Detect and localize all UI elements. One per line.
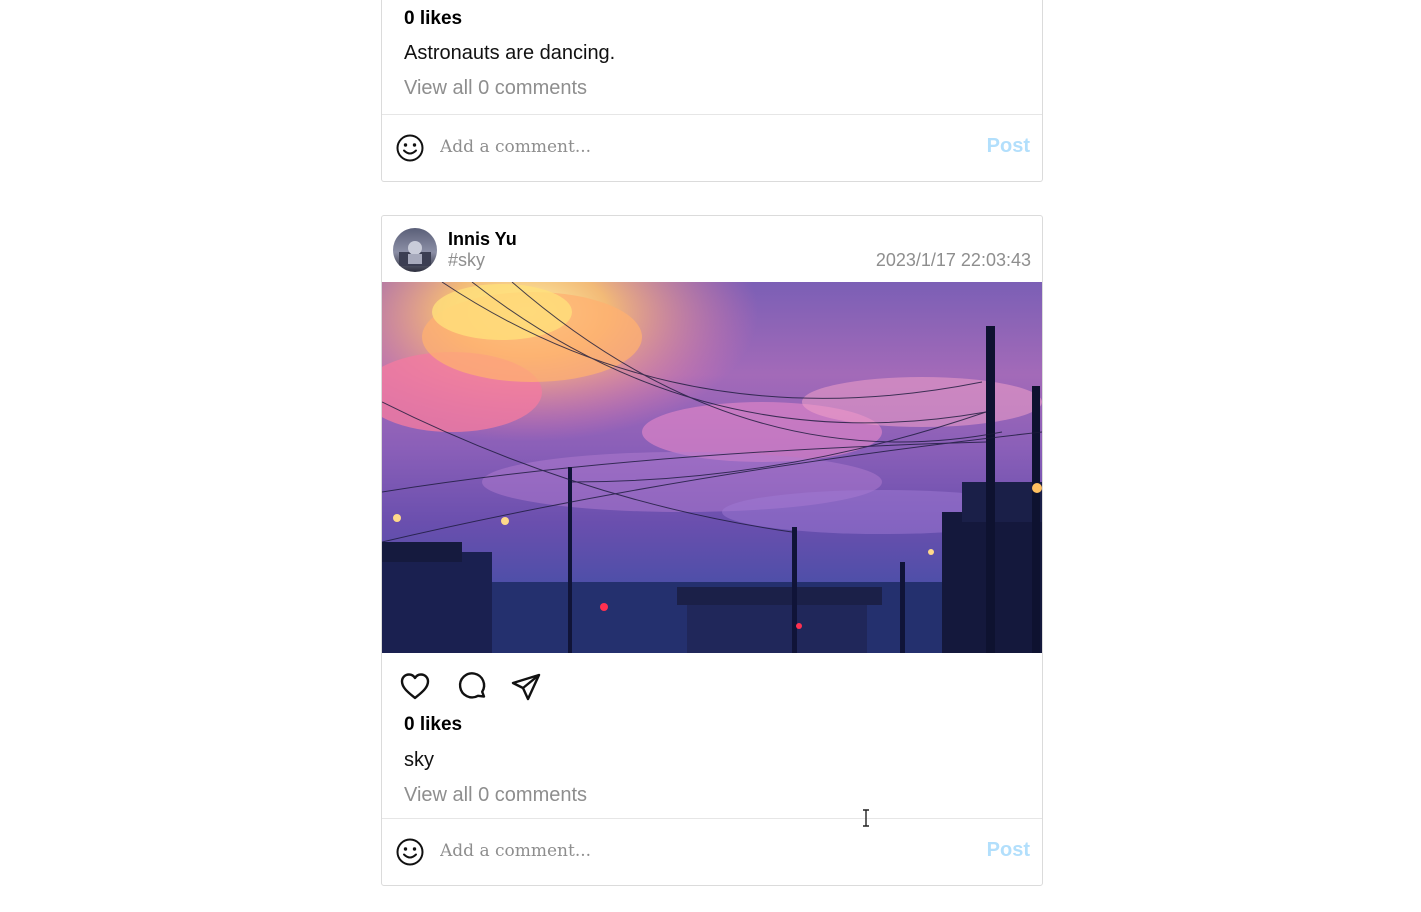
avatar[interactable] [393,228,437,272]
username[interactable]: Innis Yu [448,229,517,250]
comment-bar: Post [382,114,1042,181]
view-comments-link[interactable]: View all 0 comments [404,784,587,807]
post-caption: Astronauts are dancing. [404,42,616,64]
heart-icon[interactable] [399,671,431,703]
post-caption: sky [404,749,434,771]
emoji-icon[interactable] [395,133,425,163]
view-comments-link[interactable]: View all 0 comments [404,77,587,100]
comment-bar: Post [382,818,1042,885]
comment-input[interactable] [440,131,960,163]
text-cursor-icon [863,809,869,827]
post-card: Innis Yu #sky 2023/1/17 22:03:43 0 likes… [381,215,1043,886]
share-icon[interactable] [510,671,542,703]
emoji-icon[interactable] [395,837,425,867]
comment-icon[interactable] [457,671,489,703]
likes-count: 0 likes [404,714,463,735]
likes-count: 0 likes [404,8,463,29]
comment-input[interactable] [440,835,960,867]
post-timestamp: 2023/1/17 22:03:43 [875,250,1031,270]
post-comment-button[interactable]: Post [987,839,1030,862]
post-image[interactable] [382,282,1042,653]
avatar-image [393,228,437,272]
post-tag[interactable]: #sky [448,250,485,271]
previous-post-card: 0 likes Astronauts are dancing. View all… [381,0,1043,182]
post-comment-button[interactable]: Post [987,135,1030,158]
